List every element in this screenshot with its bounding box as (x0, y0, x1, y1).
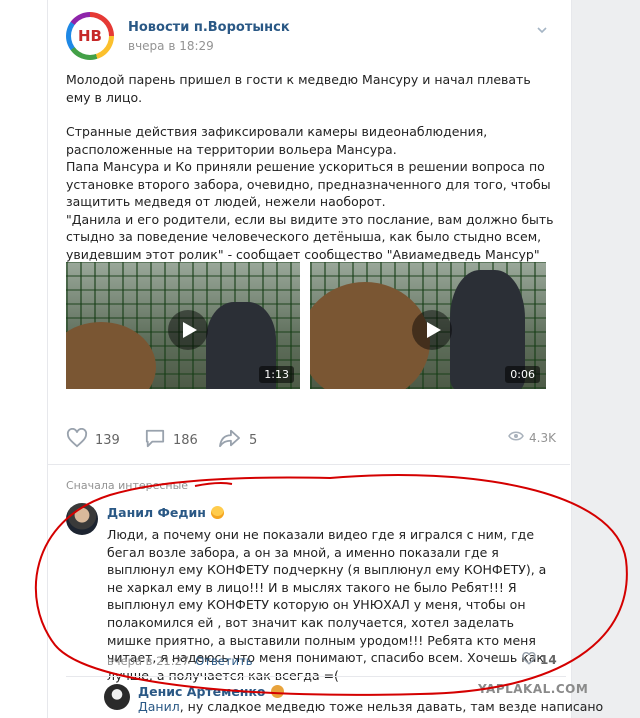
comment-count: 186 (173, 432, 198, 448)
share-count: 5 (249, 432, 258, 448)
comment-author-name: Данил Федин (107, 505, 206, 520)
play-icon[interactable] (168, 310, 208, 350)
post-paragraph: Молодой парень пришел в гости к медведю … (66, 72, 531, 105)
group-logo-text: НВ (71, 17, 109, 55)
heart-icon (522, 651, 536, 668)
group-name-link[interactable]: Новости п.Воротынск (128, 20, 290, 35)
views-counter: 4.3K (508, 430, 556, 445)
like-button[interactable]: 139 (66, 427, 120, 452)
share-button[interactable]: 5 (218, 428, 257, 452)
video-thumbnail[interactable]: 1:13 (66, 262, 300, 389)
comment-meta: вчера в 21:27 Ответить (107, 654, 253, 668)
commenter-avatar[interactable] (66, 503, 98, 535)
reply-author-avatar[interactable] (104, 684, 130, 710)
video-duration: 0:06 (505, 366, 540, 383)
reply-text: Данил, ну сладкое медведю тоже нельзя да… (138, 699, 603, 714)
comment-time[interactable]: вчера в 21:27 (107, 654, 189, 668)
reply-body: , ну сладкое медведю тоже нельзя давать,… (179, 699, 604, 714)
post-paragraph: Папа Мансура и Ко приняли решение ускори… (66, 159, 551, 209)
page-background (570, 0, 640, 718)
comment-like-button[interactable]: 14 (522, 651, 557, 668)
post-paragraph: "Данила и его родители, если вы видите э… (66, 211, 554, 262)
divider (66, 676, 566, 677)
comment-button[interactable]: 186 (144, 428, 198, 452)
watermark: YAPLAKAL.COM (478, 682, 589, 696)
reply-author-name: Денис Артеменко (138, 684, 266, 699)
post-text: Молодой парень пришел в гости к медведю … (66, 71, 556, 263)
comment-like-count: 14 (540, 653, 557, 667)
reply-addressee[interactable]: Данил (138, 699, 180, 714)
heart-icon (66, 427, 88, 452)
reply-author[interactable]: Денис Артеменко (138, 684, 284, 699)
views-count: 4.3K (529, 430, 556, 445)
group-avatar[interactable]: НВ (66, 12, 114, 60)
post-paragraph: Странные действия зафиксировали камеры в… (66, 124, 488, 157)
smile-emoji-icon (210, 506, 224, 519)
emoji-icon (270, 685, 284, 698)
play-icon[interactable] (412, 310, 452, 350)
post-time[interactable]: вчера в 18:29 (128, 39, 214, 53)
post-actions: 139 186 5 4.3K (66, 427, 556, 452)
video-duration: 1:13 (259, 366, 294, 383)
comment-author[interactable]: Данил Федин (107, 505, 224, 520)
reply-link[interactable]: Ответить (195, 654, 252, 668)
like-count: 139 (95, 432, 120, 448)
comment-icon (144, 428, 166, 452)
more-icon[interactable] (535, 20, 549, 34)
divider (47, 464, 570, 465)
video-thumbnail[interactable]: 0:06 (310, 262, 546, 389)
share-icon (218, 428, 242, 452)
eye-icon (508, 430, 524, 445)
comments-sort-toggle[interactable]: Сначала интересные (66, 479, 188, 492)
